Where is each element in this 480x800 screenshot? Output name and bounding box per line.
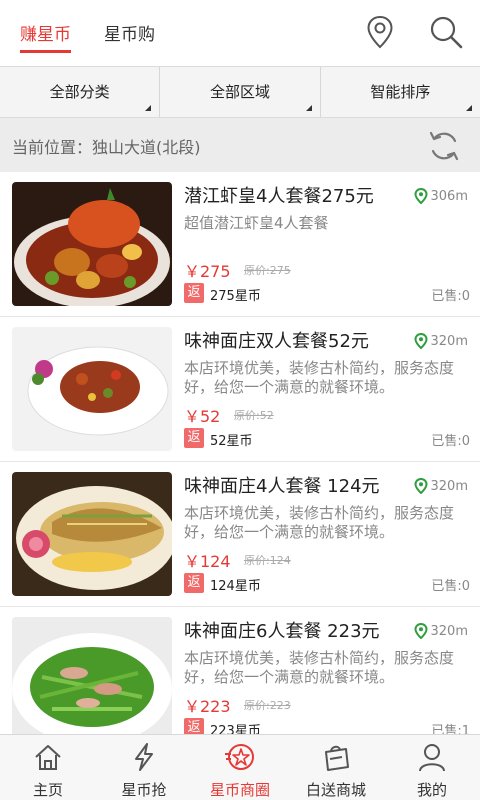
rebate-badge: 返 bbox=[184, 428, 204, 448]
gift-bag-icon bbox=[325, 745, 349, 771]
dropdown-triangle-icon bbox=[145, 105, 152, 111]
sold-count: 已售:1 bbox=[431, 724, 470, 734]
deal-title: 味神面庄6人套餐 223元 bbox=[184, 621, 380, 642]
deal-description: 超值潜江虾皇4人套餐 bbox=[184, 214, 329, 232]
refresh-icon[interactable] bbox=[426, 128, 462, 164]
deal-price: ￥223 bbox=[184, 697, 231, 716]
dropdown-triangle-icon bbox=[465, 105, 472, 111]
sold-count: 已售:0 bbox=[431, 434, 470, 449]
rebate-badge: 返 bbox=[184, 283, 204, 303]
nav-free-mall[interactable]: 白送商城 bbox=[288, 735, 384, 800]
distance: 306m bbox=[414, 188, 468, 204]
deal-description: 本店环境优美，装修古朴简约，服务态度好，给您一个满意的就餐环境。 bbox=[184, 649, 455, 686]
search-icon[interactable] bbox=[428, 14, 464, 50]
nav-home[interactable]: 主页 bbox=[0, 735, 96, 800]
deal-title: 味神面庄4人套餐 124元 bbox=[184, 476, 380, 497]
original-price-value: 124 bbox=[269, 554, 291, 567]
nav-coin-grab-label: 星币抢 bbox=[121, 781, 167, 799]
top-bar: 赚星币 星币购 bbox=[0, 0, 480, 66]
rebate-coins: 223星币 bbox=[210, 724, 261, 734]
filter-sort-label: 智能排序 bbox=[370, 83, 431, 101]
original-price: 原价:223 bbox=[244, 697, 291, 713]
rebate-coins: 52星币 bbox=[210, 434, 253, 449]
rebate-coins: 275星币 bbox=[210, 289, 261, 304]
rebate-coins: 124星币 bbox=[210, 579, 261, 594]
original-price-value: 223 bbox=[269, 699, 291, 712]
original-price-label: 原价: bbox=[244, 264, 270, 277]
original-price: 原价:124 bbox=[244, 552, 291, 568]
bottom-nav: 主页 星币抢 星币商圈 白送商城 我的 bbox=[0, 734, 480, 800]
current-location-bar: 当前位置：独山大道(北段) bbox=[0, 118, 480, 172]
distance-value: 306m bbox=[430, 188, 468, 204]
original-price-value: 275 bbox=[269, 264, 291, 277]
current-location-label: 当前位置：独山大道(北段) bbox=[12, 138, 201, 157]
deal-price: ￥52 bbox=[184, 407, 221, 426]
original-price-label: 原价: bbox=[234, 409, 260, 422]
deal-list[interactable]: 潜江虾皇4人套餐275元 306m 超值潜江虾皇4人套餐 ￥275 原价:275… bbox=[0, 172, 480, 734]
list-item[interactable]: 味神面庄双人套餐52元 320m 本店环境优美，装修古朴简约，服务态度好，给您一… bbox=[0, 317, 480, 462]
list-item[interactable]: 潜江虾皇4人套餐275元 306m 超值潜江虾皇4人套餐 ￥275 原价:275… bbox=[0, 172, 480, 317]
food-image-dish bbox=[12, 327, 172, 451]
distance: 320m bbox=[414, 623, 468, 639]
food-image-fish bbox=[12, 472, 172, 596]
list-item[interactable]: 味神面庄4人套餐 124元 320m 本店环境优美，装修古朴简约，服务态度好，给… bbox=[0, 462, 480, 607]
dropdown-triangle-icon bbox=[305, 105, 312, 111]
deal-title: 味神面庄双人套餐52元 bbox=[184, 331, 369, 352]
deal-price: ￥124 bbox=[184, 552, 231, 571]
rebate-badge: 返 bbox=[184, 718, 204, 734]
tab-coin-shop[interactable]: 星币购 bbox=[104, 20, 155, 45]
filter-area-label: 全部区域 bbox=[209, 83, 270, 101]
sold-count: 已售:0 bbox=[431, 289, 470, 304]
home-icon bbox=[35, 745, 61, 770]
nav-home-label: 主页 bbox=[32, 781, 63, 799]
food-image-crayfish bbox=[12, 182, 172, 306]
nav-coin-district[interactable]: 星币商圈 bbox=[192, 735, 288, 800]
filter-sort[interactable]: 智能排序 bbox=[321, 67, 480, 117]
filter-bar: 全部分类 全部区域 智能排序 bbox=[0, 66, 480, 118]
deal-description: 本店环境优美，装修古朴简约，服务态度好，给您一个满意的就餐环境。 bbox=[184, 359, 455, 396]
deal-price: ￥275 bbox=[184, 262, 231, 281]
original-price: 原价:52 bbox=[234, 407, 274, 423]
nav-coin-district-label: 星币商圈 bbox=[209, 781, 270, 799]
sold-count: 已售:0 bbox=[431, 579, 470, 594]
tab-earn-coins[interactable]: 赚星币 bbox=[20, 20, 71, 53]
location-pin-icon bbox=[414, 188, 428, 204]
distance-value: 320m bbox=[430, 478, 468, 494]
filter-area[interactable]: 全部区域 bbox=[160, 67, 321, 117]
distance: 320m bbox=[414, 478, 468, 494]
deal-title: 潜江虾皇4人套餐275元 bbox=[184, 186, 374, 207]
rebate-badge: 返 bbox=[184, 573, 204, 593]
list-item[interactable]: 味神面庄6人套餐 223元 320m 本店环境优美，装修古朴简约，服务态度好，给… bbox=[0, 607, 480, 734]
location-pin-icon bbox=[414, 333, 428, 349]
nav-free-mall-label: 白送商城 bbox=[305, 781, 366, 799]
original-price-label: 原价: bbox=[244, 554, 270, 567]
food-image-stirfry bbox=[12, 617, 172, 734]
nav-mine-label: 我的 bbox=[416, 781, 447, 799]
distance-value: 320m bbox=[430, 333, 468, 349]
nav-coin-grab[interactable]: 星币抢 bbox=[96, 735, 192, 800]
nav-mine[interactable]: 我的 bbox=[384, 735, 480, 800]
distance-value: 320m bbox=[430, 623, 468, 639]
location-pin-icon bbox=[414, 623, 428, 639]
filter-category[interactable]: 全部分类 bbox=[0, 67, 161, 117]
star-circle-icon bbox=[225, 744, 254, 770]
original-price-label: 原价: bbox=[244, 699, 270, 712]
deal-description: 本店环境优美，装修古朴简约，服务态度好，给您一个满意的就餐环境。 bbox=[184, 504, 455, 541]
original-price: 原价:275 bbox=[244, 262, 291, 278]
lightning-icon bbox=[135, 743, 153, 771]
filter-category-label: 全部分类 bbox=[49, 83, 110, 101]
user-icon bbox=[419, 744, 445, 772]
original-price-value: 52 bbox=[259, 409, 274, 422]
location-pin-icon bbox=[414, 478, 428, 494]
location-pin-icon[interactable] bbox=[362, 14, 398, 50]
distance: 320m bbox=[414, 333, 468, 349]
